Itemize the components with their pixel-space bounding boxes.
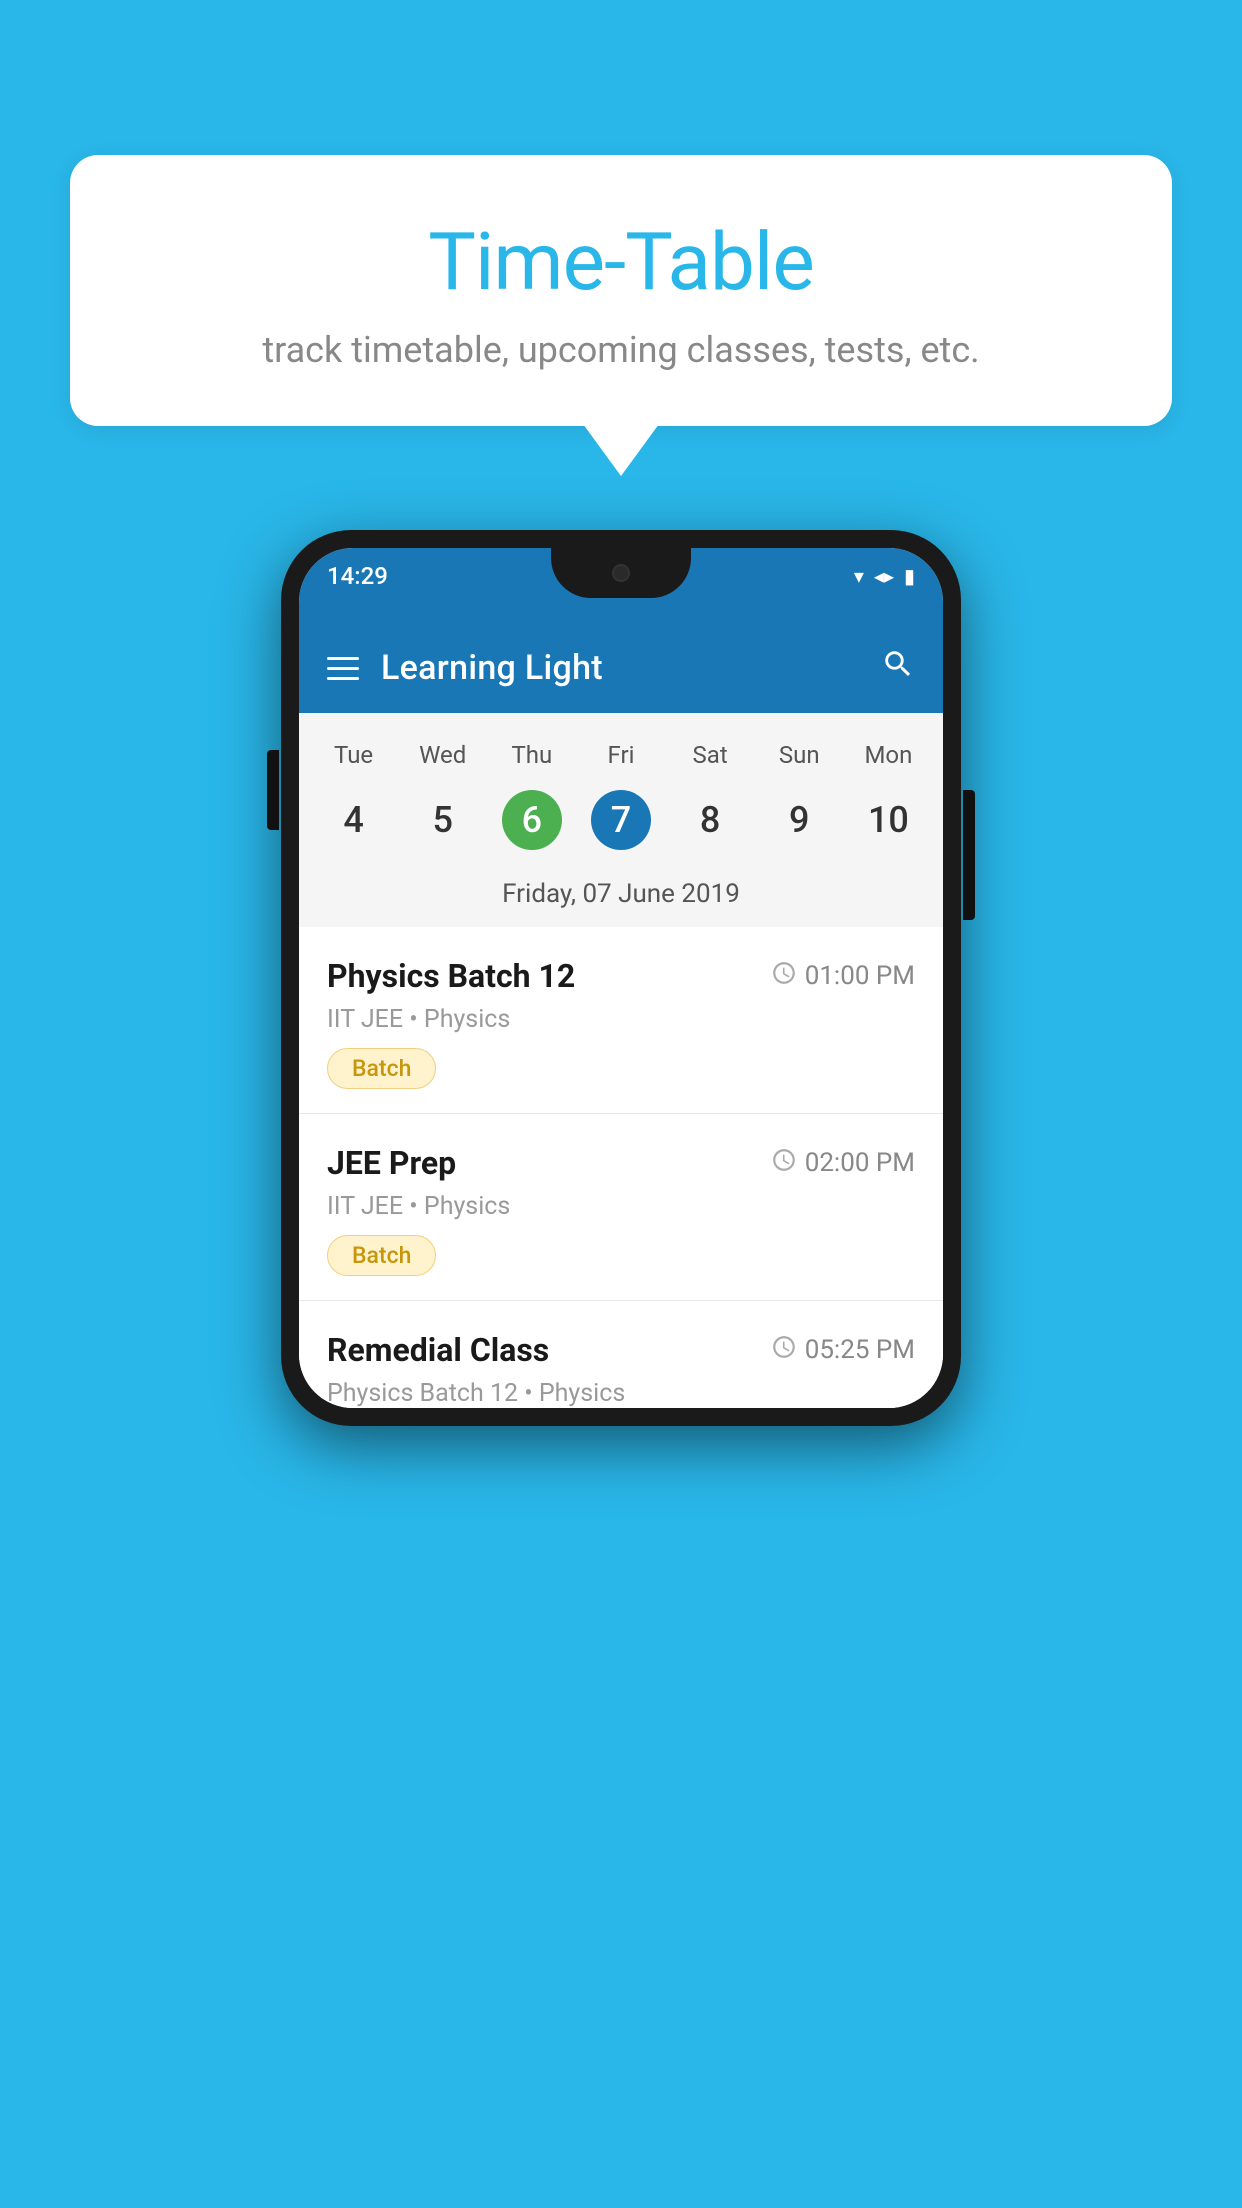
search-button[interactable] — [881, 647, 915, 689]
schedule-item-1-subtitle: IIT JEE • Physics — [327, 1005, 915, 1034]
speech-bubble-subtitle: track timetable, upcoming classes, tests… — [120, 329, 1122, 371]
calendar-days-header: Tue Wed Thu Fri Sat Sun Mon — [299, 733, 943, 777]
day-label-wed: Wed — [398, 733, 487, 777]
day-label-mon: Mon — [844, 733, 933, 777]
clock-icon-3 — [771, 1334, 797, 1367]
schedule-item-2-time: 02:00 PM — [771, 1147, 915, 1180]
calendar-section: Tue Wed Thu Fri Sat Sun Mon 4 5 — [299, 713, 943, 927]
day-label-thu: Thu — [487, 733, 576, 777]
status-icons: ▾ ◂▸ ▮ — [854, 564, 915, 588]
schedule-item-2-subtitle: IIT JEE • Physics — [327, 1192, 915, 1221]
calendar-dates: 4 5 6 7 8 9 — [299, 777, 943, 869]
menu-button[interactable] — [327, 657, 359, 680]
phone-screen: 14:29 ▾ ◂▸ ▮ Learning Light — [299, 548, 943, 1408]
battery-icon: ▮ — [904, 564, 915, 588]
clock-icon-2 — [771, 1147, 797, 1180]
schedule-item-1-time: 01:00 PM — [771, 960, 915, 993]
speech-bubble: Time-Table track timetable, upcoming cla… — [70, 155, 1172, 426]
date-5[interactable]: 5 — [398, 785, 487, 855]
status-time: 14:29 — [327, 562, 388, 590]
day-label-sat: Sat — [666, 733, 755, 777]
speech-bubble-arrow — [583, 424, 659, 476]
schedule-list: Physics Batch 12 01:00 PM IIT JEE • Phys… — [299, 927, 943, 1408]
schedule-item-3-title: Remedial Class — [327, 1331, 549, 1369]
schedule-item-1-header: Physics Batch 12 01:00 PM — [327, 957, 915, 995]
date-6[interactable]: 6 — [487, 785, 576, 855]
date-9[interactable]: 9 — [755, 785, 844, 855]
app-title: Learning Light — [381, 648, 603, 688]
signal-icon: ◂▸ — [874, 564, 894, 588]
schedule-item-2-header: JEE Prep 02:00 PM — [327, 1144, 915, 1182]
day-label-sun: Sun — [755, 733, 844, 777]
date-4[interactable]: 4 — [309, 785, 398, 855]
phone-screen-top: 14:29 ▾ ◂▸ ▮ — [299, 548, 943, 623]
batch-badge-2: Batch — [327, 1235, 436, 1276]
date-8[interactable]: 8 — [666, 785, 755, 855]
selected-date-label: Friday, 07 June 2019 — [299, 869, 943, 927]
batch-badge-1: Batch — [327, 1048, 436, 1089]
schedule-item-3-time: 05:25 PM — [771, 1334, 915, 1367]
phone-outer: 14:29 ▾ ◂▸ ▮ Learning Light — [281, 530, 961, 1426]
schedule-item-3[interactable]: Remedial Class 05:25 PM Physics Batch 12… — [299, 1301, 943, 1408]
clock-icon-1 — [771, 960, 797, 993]
wifi-icon: ▾ — [854, 564, 864, 588]
schedule-item-1[interactable]: Physics Batch 12 01:00 PM IIT JEE • Phys… — [299, 927, 943, 1114]
day-label-tue: Tue — [309, 733, 398, 777]
schedule-item-3-header: Remedial Class 05:25 PM — [327, 1331, 915, 1369]
app-bar-left: Learning Light — [327, 648, 603, 688]
schedule-item-2-title: JEE Prep — [327, 1144, 456, 1182]
schedule-item-3-subtitle: Physics Batch 12 • Physics — [327, 1379, 915, 1408]
date-10[interactable]: 10 — [844, 785, 933, 855]
schedule-item-2[interactable]: JEE Prep 02:00 PM IIT JEE • Physics Batc… — [299, 1114, 943, 1301]
notch — [551, 548, 691, 598]
date-7[interactable]: 7 — [576, 785, 665, 855]
speech-bubble-title: Time-Table — [120, 215, 1122, 309]
camera-dot — [612, 564, 630, 582]
schedule-item-1-title: Physics Batch 12 — [327, 957, 575, 995]
speech-bubble-wrapper: Time-Table track timetable, upcoming cla… — [70, 155, 1172, 476]
day-label-fri: Fri — [576, 733, 665, 777]
app-bar: Learning Light — [299, 623, 943, 713]
phone-wrapper: 14:29 ▾ ◂▸ ▮ Learning Light — [281, 530, 961, 1426]
